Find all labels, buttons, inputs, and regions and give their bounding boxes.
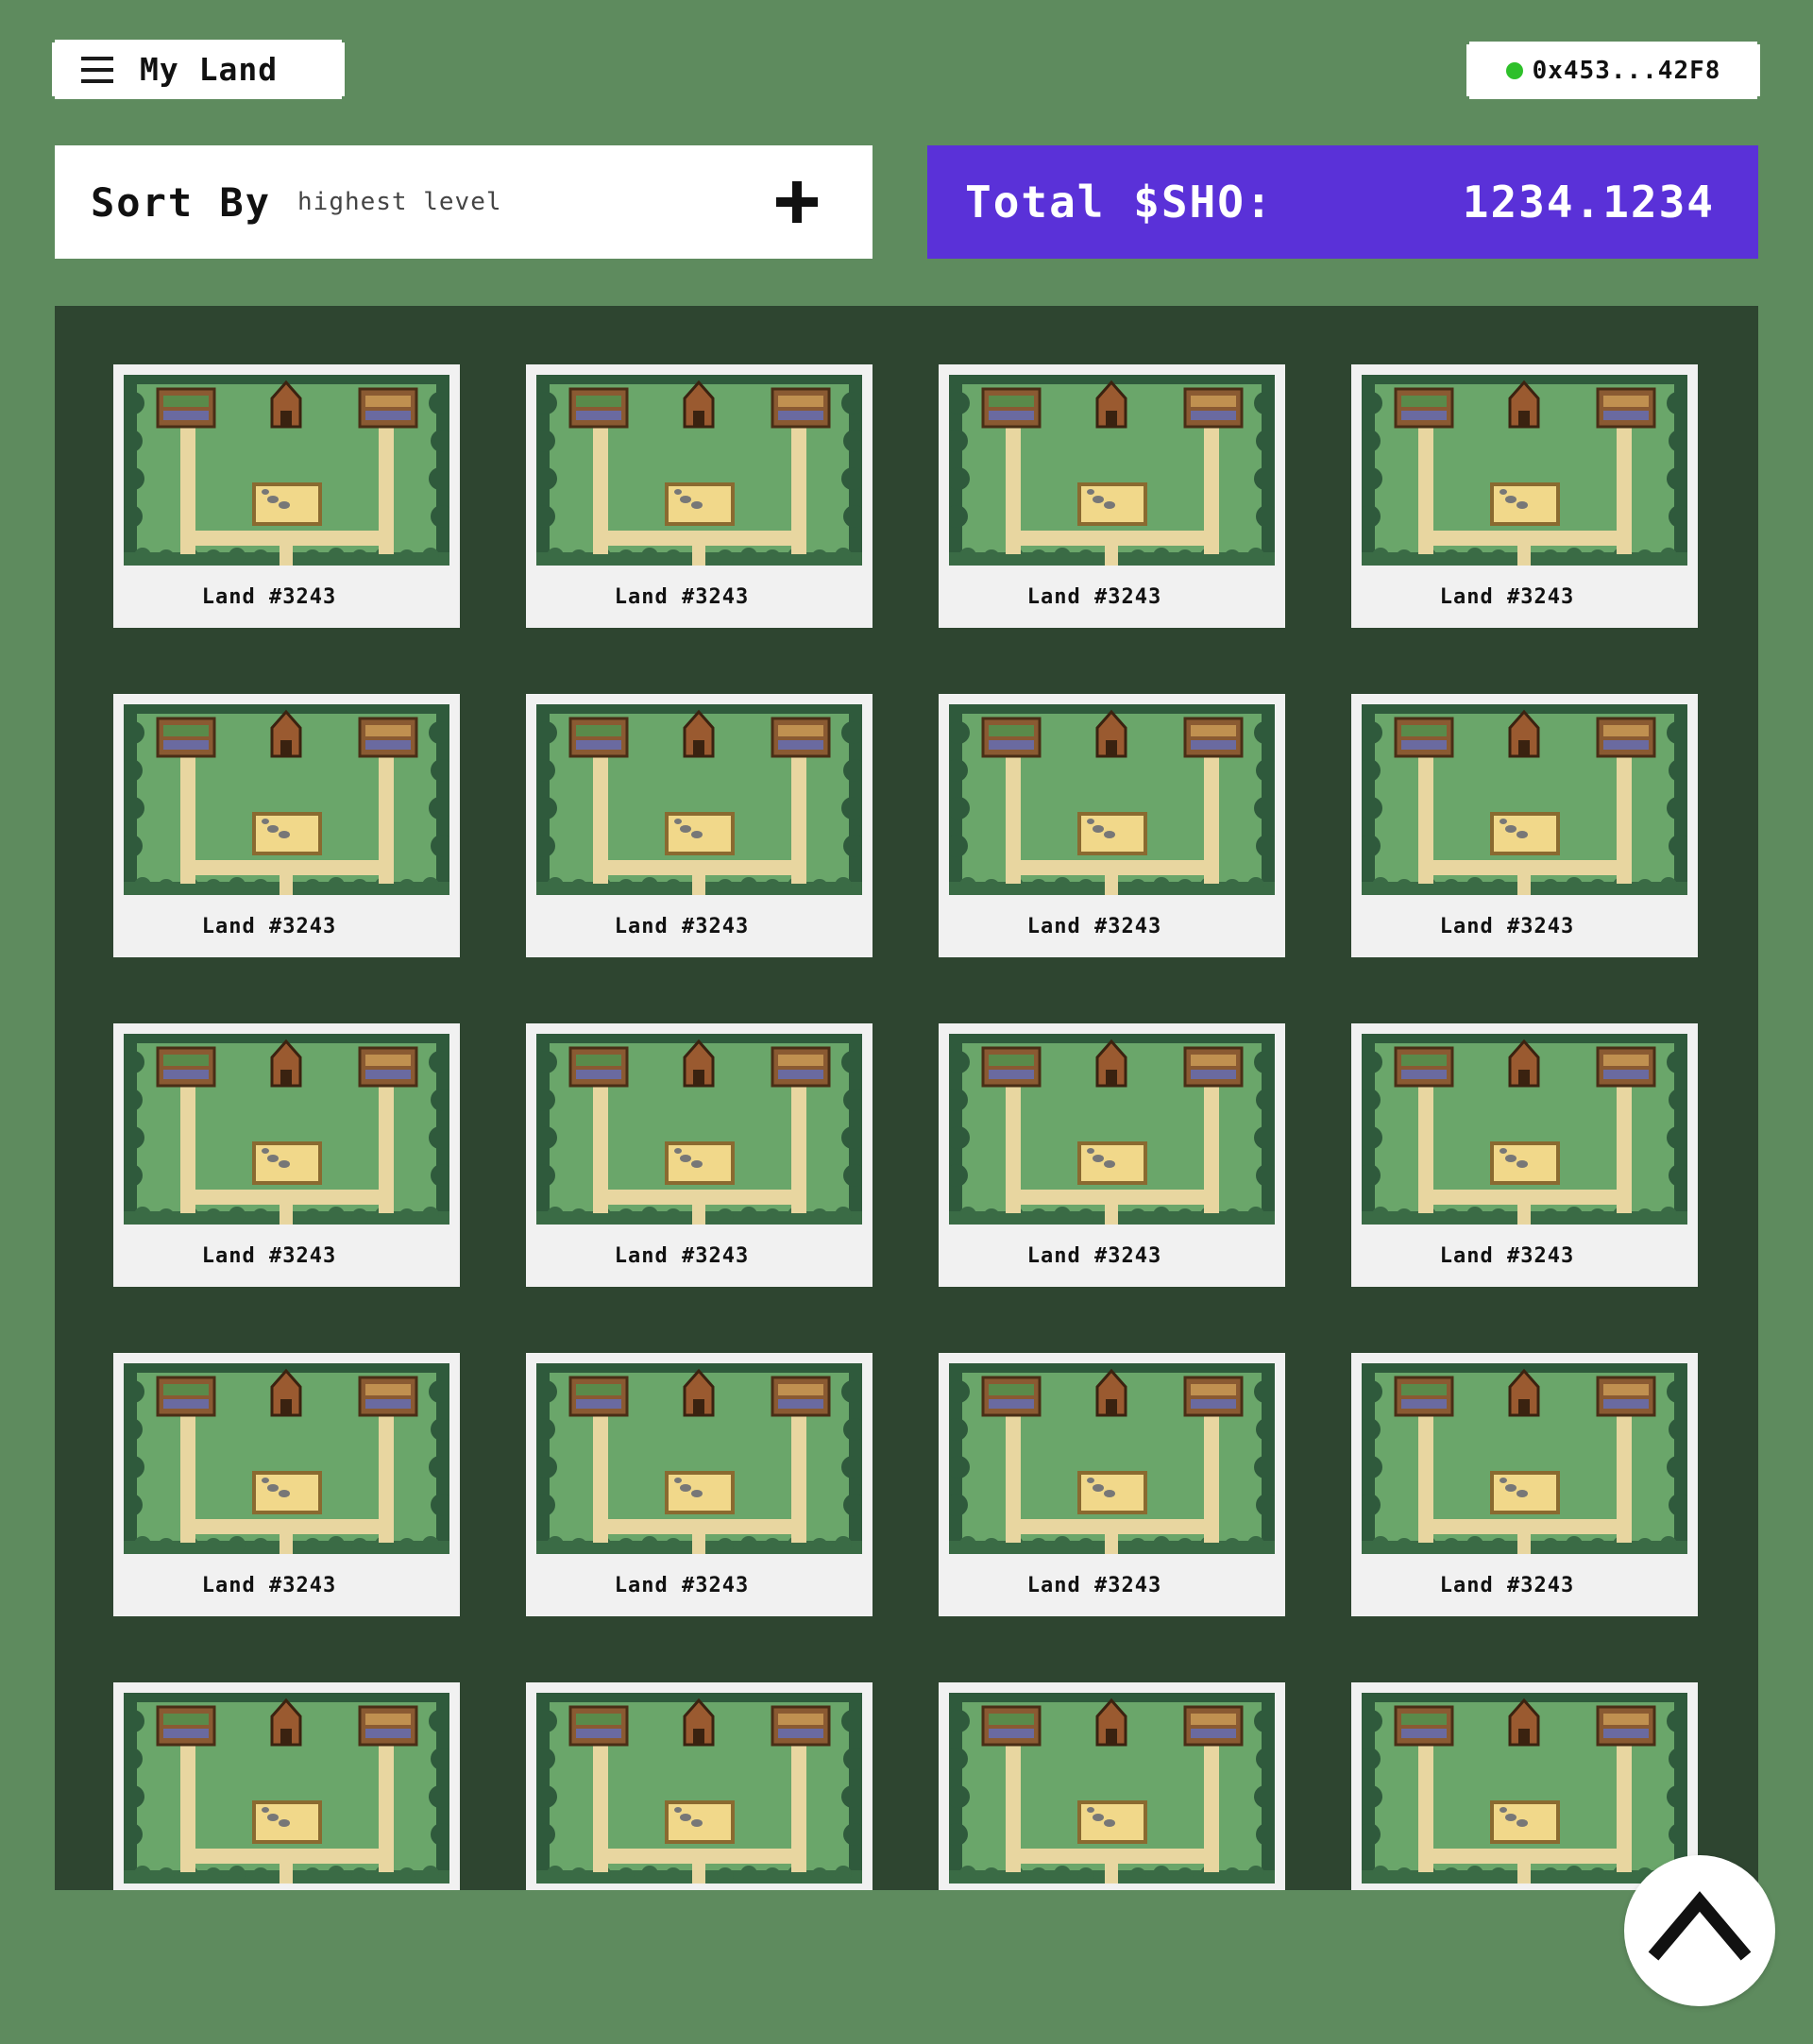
land-card[interactable]: Land #3243 <box>1351 694 1698 957</box>
land-card[interactable]: Land #3243 <box>113 1023 460 1287</box>
land-label: Land #3243 <box>1026 1244 1162 1268</box>
land-label: Land #3243 <box>201 1244 337 1268</box>
page-title: My Land <box>140 51 279 88</box>
land-map-image <box>1362 375 1687 566</box>
land-label: Land #3243 <box>614 1244 750 1268</box>
land-map-image <box>536 375 862 566</box>
land-label: Land #3243 <box>1026 1574 1162 1597</box>
land-card[interactable]: Land #3243 <box>526 694 873 957</box>
total-label: Total $SHO: <box>965 177 1274 228</box>
land-label: Land #3243 <box>1026 915 1162 938</box>
wallet-button[interactable]: 0x453...42F8 <box>1469 44 1757 96</box>
land-label: Land #3243 <box>614 915 750 938</box>
land-label: Land #3243 <box>1439 585 1575 609</box>
land-label: Land #3243 <box>1026 585 1162 609</box>
land-card[interactable]: Land #3243 <box>526 1023 873 1287</box>
land-label: Land #3243 <box>614 585 750 609</box>
land-map-image <box>949 1363 1275 1554</box>
land-card[interactable]: Land #3243 <box>526 1353 873 1616</box>
land-map-image <box>124 1363 449 1554</box>
land-card[interactable]: Land #3243 <box>939 364 1285 628</box>
scroll-to-top-button[interactable] <box>1624 1855 1775 2006</box>
total-value: 1234.1234 <box>1462 177 1715 228</box>
land-card[interactable]: Land #3243 <box>526 364 873 628</box>
land-map-image <box>124 704 449 895</box>
land-label: Land #3243 <box>201 585 337 609</box>
sort-label: Sort By <box>91 178 272 226</box>
land-card[interactable]: Land #3243 <box>939 694 1285 957</box>
land-map-image <box>949 1034 1275 1225</box>
land-map-image <box>949 375 1275 566</box>
land-map-image <box>1362 1693 1687 1884</box>
land-card[interactable]: Land #3243 <box>939 1353 1285 1616</box>
land-label: Land #3243 <box>201 1574 337 1597</box>
land-label: Land #3243 <box>1439 1244 1575 1268</box>
land-map-image <box>124 375 449 566</box>
connected-status-icon <box>1505 61 1523 79</box>
land-map-image <box>536 1693 862 1884</box>
land-label: Land #3243 <box>1439 915 1575 938</box>
land-card[interactable]: Land #3243 <box>113 364 460 628</box>
land-card[interactable]: Land #3243 <box>939 1682 1285 1890</box>
wallet-address: 0x453...42F8 <box>1532 56 1721 85</box>
plus-icon[interactable] <box>776 181 818 223</box>
land-card[interactable]: Land #3243 <box>113 1682 460 1890</box>
land-map-image <box>949 704 1275 895</box>
land-map-image <box>124 1693 449 1884</box>
total-balance-panel: Total $SHO: 1234.1234 <box>927 145 1758 259</box>
sort-control[interactable]: Sort By highest level <box>55 145 873 259</box>
land-map-image <box>949 1693 1275 1884</box>
land-card[interactable]: Land #3243 <box>1351 1682 1698 1890</box>
hamburger-icon <box>81 56 113 83</box>
land-card[interactable]: Land #3243 <box>1351 1353 1698 1616</box>
land-map-image <box>1362 1034 1687 1225</box>
land-map-image <box>536 1034 862 1225</box>
land-card[interactable]: Land #3243 <box>1351 1023 1698 1287</box>
land-map-image <box>1362 1363 1687 1554</box>
land-grid: Land #3243 Land #3243 Land #3243 Land #3… <box>55 306 1758 1890</box>
land-map-image <box>536 1363 862 1554</box>
land-label: Land #3243 <box>614 1574 750 1597</box>
land-map-image <box>124 1034 449 1225</box>
land-card[interactable]: Land #3243 <box>113 1353 460 1616</box>
land-card[interactable]: Land #3243 <box>113 694 460 957</box>
land-label: Land #3243 <box>1439 1574 1575 1597</box>
land-map-image <box>1362 704 1687 895</box>
land-map-image <box>536 704 862 895</box>
sort-value[interactable]: highest level <box>297 188 502 216</box>
menu-button[interactable]: My Land <box>55 42 342 96</box>
land-label: Land #3243 <box>201 915 337 938</box>
land-card[interactable]: Land #3243 <box>526 1682 873 1890</box>
land-card[interactable]: Land #3243 <box>939 1023 1285 1287</box>
land-card[interactable]: Land #3243 <box>1351 364 1698 628</box>
chevron-up-icon <box>1648 1891 1752 1961</box>
